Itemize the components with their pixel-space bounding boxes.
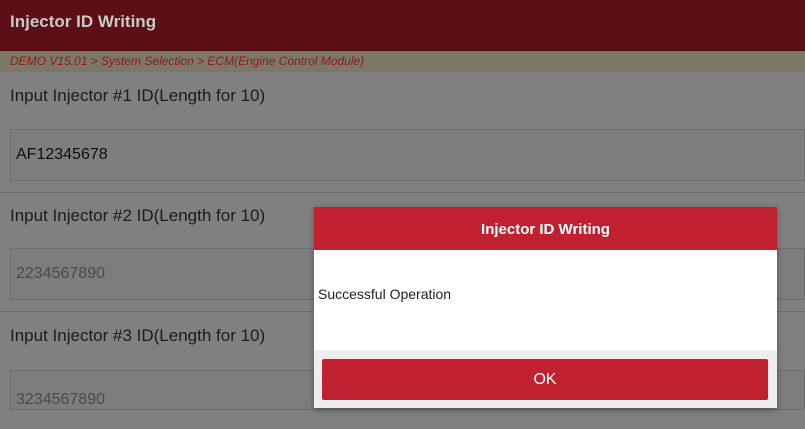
injector-2-label: Input Injector #2 ID(Length for 10): [10, 206, 266, 225]
dialog-message: Successful Operation: [318, 286, 452, 302]
injector-1-input[interactable]: AF12345678: [10, 129, 805, 181]
divider: [0, 192, 805, 193]
breadcrumb: DEMO V15.01 > System Selection > ECM(Eng…: [0, 51, 805, 72]
success-dialog: Injector ID Writing Successful Operation…: [314, 207, 777, 408]
dialog-title: Injector ID Writing: [314, 207, 777, 250]
page-title: Injector ID Writing: [0, 0, 805, 51]
injector-3-label: Input Injector #3 ID(Length for 10): [10, 326, 266, 345]
ok-button[interactable]: OK: [322, 359, 768, 400]
injector-1-label: Input Injector #1 ID(Length for 10): [10, 86, 266, 105]
dialog-footer: OK: [314, 350, 777, 408]
